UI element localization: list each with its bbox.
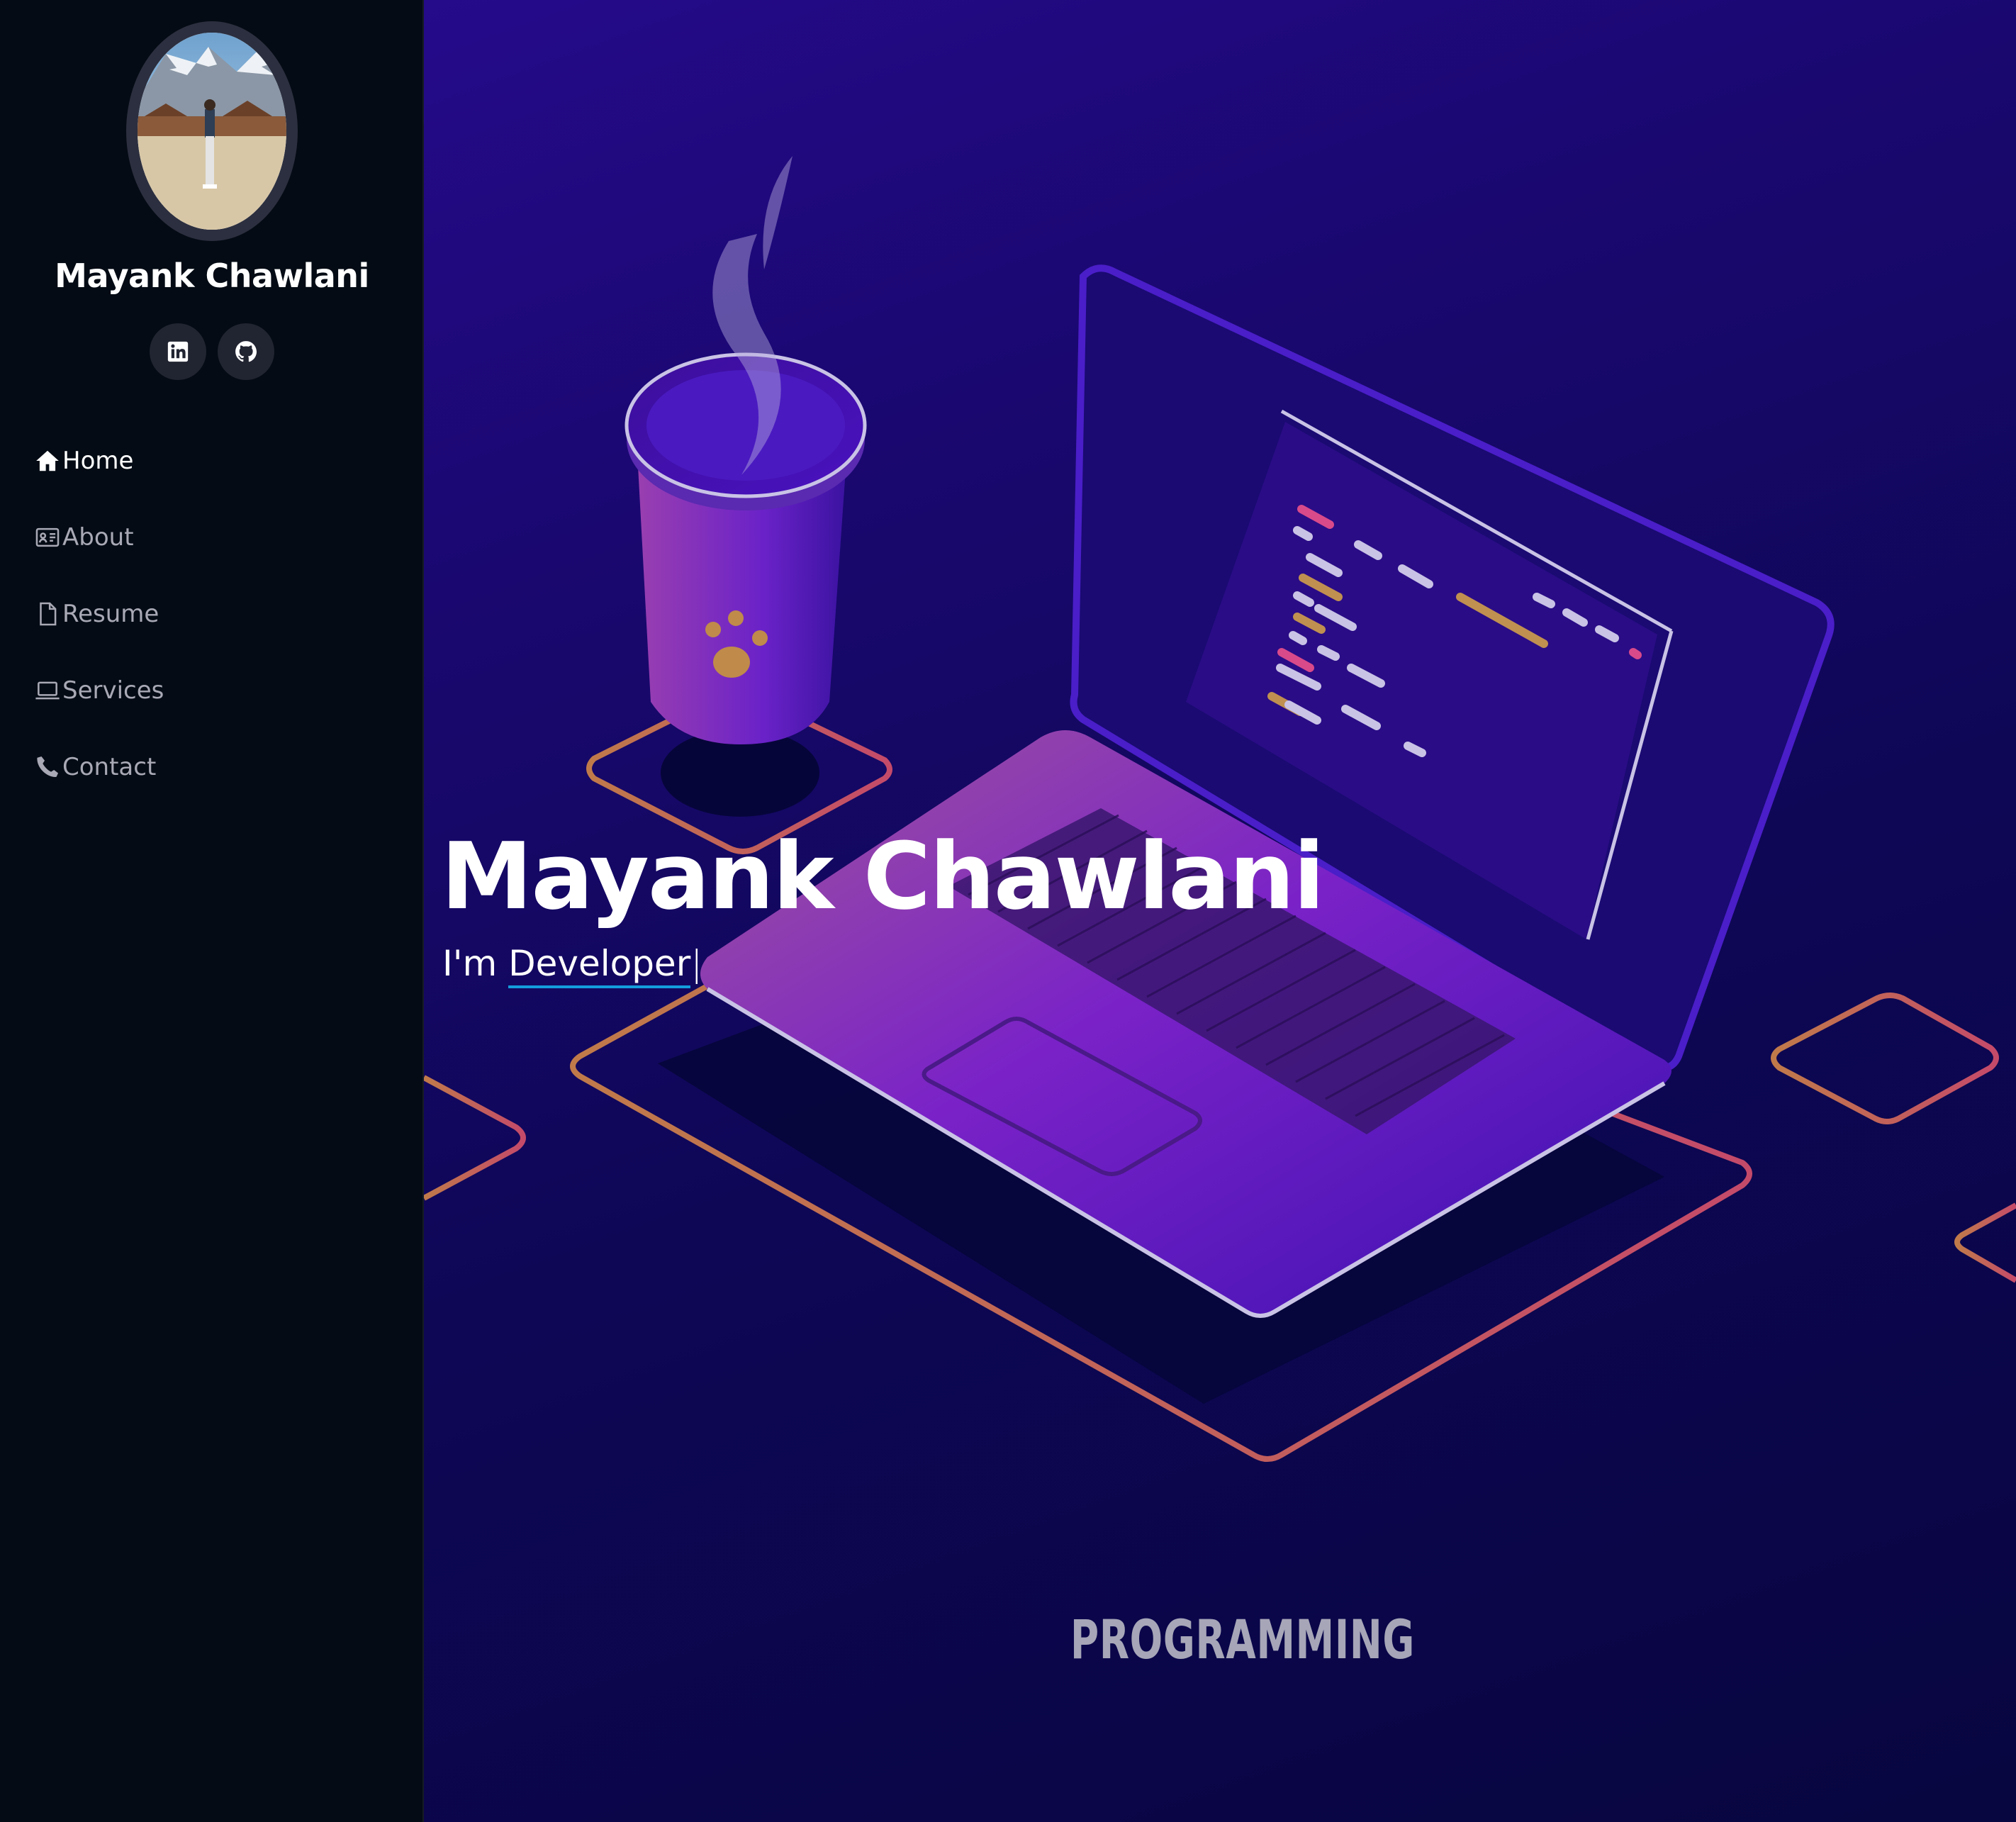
hero-section: Mayank Chawlani I'm Developer| PROGRAMMI… <box>424 0 2016 1822</box>
nav-item-home[interactable]: Home <box>34 423 403 499</box>
hero-title: Mayank Chawlani <box>441 822 1325 930</box>
nav-item-label: About <box>62 523 134 552</box>
nav-item-services[interactable]: Services <box>34 652 403 729</box>
nav-item-label: Resume <box>62 600 159 628</box>
portfolio-page: Mayank Chawlani Home About Resume Servic… <box>0 0 2016 1822</box>
phone-icon <box>37 756 59 777</box>
linkedin-icon <box>167 341 189 362</box>
profile-name: Mayank Chawlani <box>55 257 369 295</box>
file-icon <box>40 602 57 626</box>
sidebar: Mayank Chawlani Home About Resume Servic… <box>0 0 424 1822</box>
github-icon <box>235 341 257 362</box>
laptop-icon <box>35 681 60 700</box>
linkedin-button[interactable] <box>150 323 206 380</box>
nav-item-about[interactable]: About <box>34 499 403 576</box>
nav-item-label: Services <box>62 676 164 705</box>
id-card-icon <box>35 527 60 547</box>
avatar <box>126 21 298 241</box>
nav-item-label: Home <box>62 447 134 475</box>
illustration-caption: PROGRAMMING <box>1070 1608 1416 1671</box>
nav-item-resume[interactable]: Resume <box>34 576 403 652</box>
main-nav: Home About Resume Services Contact <box>34 423 403 805</box>
home-icon <box>36 450 59 471</box>
typed-role: Developer <box>508 943 691 988</box>
hero-subtitle: I'm Developer| <box>442 943 703 988</box>
nav-item-label: Contact <box>62 753 157 781</box>
nav-item-contact[interactable]: Contact <box>34 729 403 805</box>
typing-cursor: | <box>690 943 703 984</box>
subtitle-prefix: I'm <box>442 943 509 984</box>
github-button[interactable] <box>218 323 274 380</box>
